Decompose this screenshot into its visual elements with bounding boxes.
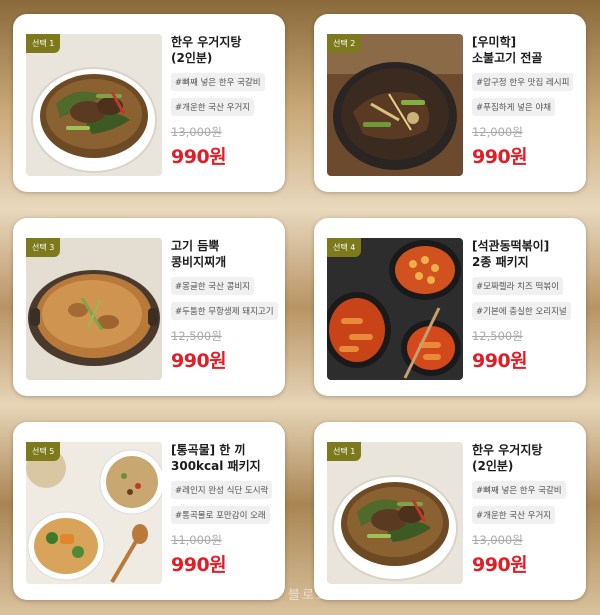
option-badge: 선택 3 — [26, 238, 61, 257]
sale-price: 990원 — [171, 554, 227, 576]
product-tag: #기본에 충실한 오리지널 — [472, 302, 571, 320]
product-tag: #레인지 완성 식단 도시락 — [171, 481, 273, 499]
soybean-stew-image — [26, 238, 162, 380]
product-title: [통곡물] 한 끼 300kcal 패키지 — [171, 443, 261, 473]
bulgogi-hotpot-image — [327, 34, 463, 176]
sale-price: 990원 — [171, 350, 227, 372]
product-tag: #두툼한 무항생제 돼지고기 — [171, 302, 278, 320]
product-info: [우미학] 소불고기 전골 #압구정 한우 맛집 레시피 #푸짐하게 넣은 야채… — [472, 34, 582, 169]
original-price: 12,500원 — [472, 329, 523, 343]
beef-radish-leaf-soup-image — [26, 34, 162, 176]
product-info: [석관동떡볶이] 2종 패키지 #모짜렐라 치즈 떡볶이 #기본에 충실한 오리… — [472, 238, 582, 373]
product-grid: 선택 1 한우 우거지탕 (2인분) #뼈째 넣은 한우 국갈비 #개운한 국산… — [0, 0, 600, 615]
sale-price: 990원 — [472, 350, 528, 372]
product-tag: #개운한 국산 우거지 — [472, 506, 556, 524]
product-tag: #통곡물로 포만감이 오래 — [171, 506, 270, 524]
product-info: 한우 우거지탕 (2인분) #뼈째 넣은 한우 국갈비 #개운한 국산 우거지 … — [472, 442, 582, 577]
tteokbokki-image — [327, 238, 463, 380]
grain-meal-package-image — [26, 442, 162, 584]
product-title: 고기 듬뿍 콩비지찌개 — [171, 239, 227, 269]
product-card-4[interactable]: 선택 4 [석관동떡볶이] 2종 패키지 #모짜렐라 치즈 떡볶이 #기본에 충… — [314, 218, 586, 396]
product-card-3[interactable]: 선택 3 고기 듬뿍 콩비지찌개 #몽글한 국산 콩비지 #두툼한 무항생제 돼… — [13, 218, 285, 396]
product-card-1[interactable]: 선택 1 한우 우거지탕 (2인분) #뼈째 넣은 한우 국갈비 #개운한 국산… — [13, 14, 285, 192]
product-card-2[interactable]: 선택 2 [우미학] 소불고기 전골 #압구정 한우 맛집 레시피 #푸짐하게 … — [314, 14, 586, 192]
original-price: 12,000원 — [472, 125, 523, 139]
product-title: [우미학] 소불고기 전골 — [472, 35, 543, 65]
product-tag: #푸짐하게 넣은 야채 — [472, 98, 556, 116]
option-badge: 선택 5 — [26, 442, 61, 461]
option-badge: 선택 1 — [327, 442, 362, 461]
blog-watermark: 마케트 블로그 — [240, 588, 330, 603]
sale-price: 990원 — [472, 146, 528, 168]
product-tag: #모짜렐라 치즈 떡볶이 — [472, 277, 563, 295]
product-info: 고기 듬뿍 콩비지찌개 #몽글한 국산 콩비지 #두툼한 무항생제 돼지고기 1… — [171, 238, 281, 373]
original-price: 13,000원 — [171, 125, 222, 139]
product-tag: #뼈째 넣은 한우 국갈비 — [171, 73, 265, 91]
product-info: [통곡물] 한 끼 300kcal 패키지 #레인지 완성 식단 도시락 #통곡… — [171, 442, 281, 577]
product-title: [석관동떡볶이] 2종 패키지 — [472, 239, 550, 269]
original-price: 11,000원 — [171, 533, 222, 547]
product-card-6[interactable]: 선택 1 한우 우거지탕 (2인분) #뼈째 넣은 한우 국갈비 #개운한 국산… — [314, 422, 586, 600]
sale-price: 990원 — [472, 554, 528, 576]
original-price: 12,500원 — [171, 329, 222, 343]
product-title: 한우 우거지탕 (2인분) — [171, 35, 242, 65]
option-badge: 선택 4 — [327, 238, 362, 257]
product-tag: #개운한 국산 우거지 — [171, 98, 255, 116]
product-tag: #몽글한 국산 콩비지 — [171, 277, 255, 295]
product-tag: #압구정 한우 맛집 레시피 — [472, 73, 574, 91]
product-tag: #뼈째 넣은 한우 국갈비 — [472, 481, 566, 499]
sale-price: 990원 — [171, 146, 227, 168]
product-card-5[interactable]: 선택 5 [통곡물] 한 끼 300kcal 패키지 #레인지 완성 식단 도시… — [13, 422, 285, 600]
option-badge: 선택 1 — [26, 34, 61, 53]
product-info: 한우 우거지탕 (2인분) #뼈째 넣은 한우 국갈비 #개운한 국산 우거지 … — [171, 34, 281, 169]
original-price: 13,000원 — [472, 533, 523, 547]
option-badge: 선택 2 — [327, 34, 362, 53]
product-title: 한우 우거지탕 (2인분) — [472, 443, 543, 473]
beef-radish-leaf-soup-image — [327, 442, 463, 584]
